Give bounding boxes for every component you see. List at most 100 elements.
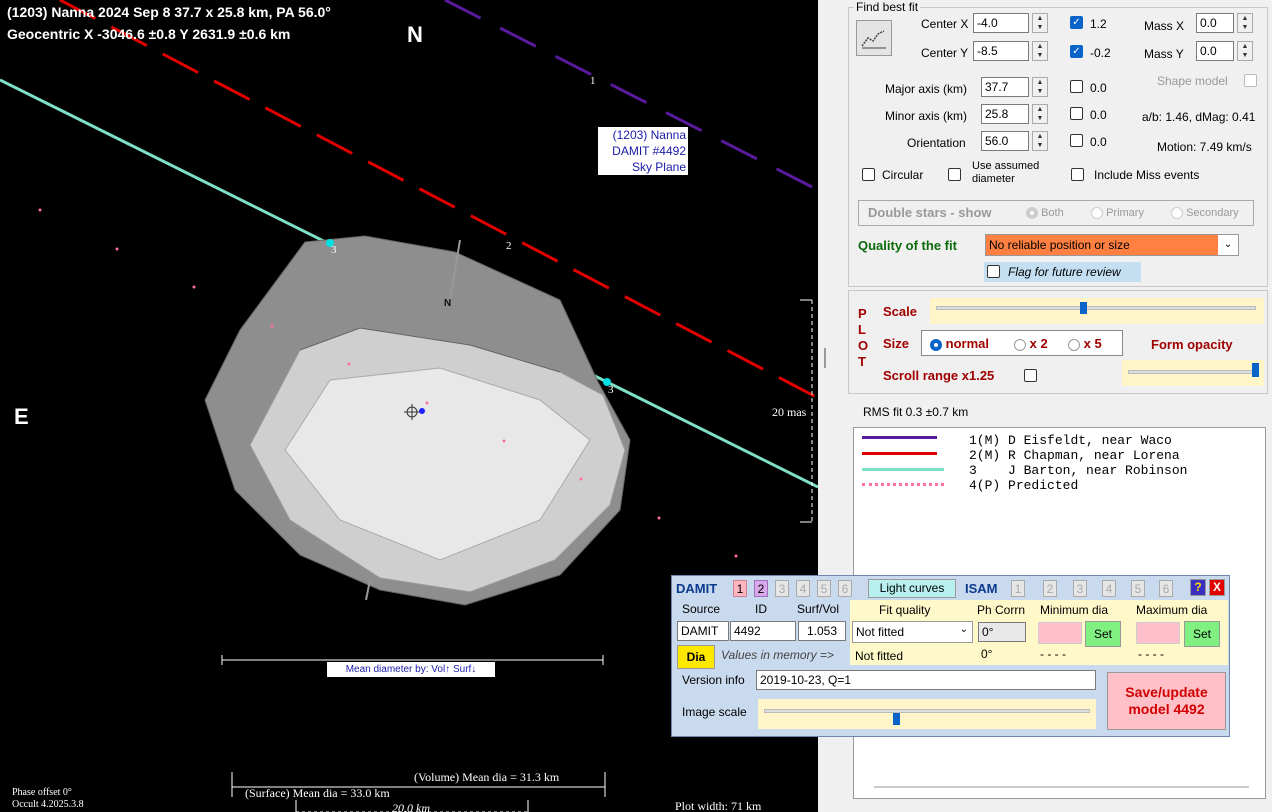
isam-tab-5[interactable]: 5 (1131, 580, 1145, 597)
orientation-input[interactable]: 56.0 (981, 131, 1029, 151)
damit-tab-1[interactable]: 1 (733, 580, 747, 597)
save-update-model-button[interactable]: Save/update model 4492 (1107, 672, 1226, 730)
radio-both[interactable]: Both (1026, 207, 1064, 220)
scale-km-label: 20.0 km (392, 801, 430, 812)
sky-label-plane: Sky Plane (631, 160, 686, 174)
include-miss-checkbox[interactable] (1071, 168, 1084, 181)
orientation-checkbox[interactable] (1070, 134, 1083, 147)
legend-line-2 (862, 452, 937, 455)
close-icon[interactable]: X (1209, 579, 1225, 596)
chord-number-1: 1 (590, 75, 596, 87)
mass-y-input[interactable]: 0.0 (1196, 41, 1234, 61)
isam-tab-6[interactable]: 6 (1159, 580, 1173, 597)
ph-corrn-value[interactable]: 0° (978, 622, 1026, 642)
center-x-input[interactable]: -4.0 (973, 13, 1029, 33)
splitter-handle[interactable] (824, 348, 826, 368)
isam-title: ISAM (965, 581, 998, 596)
legend-line-1 (862, 436, 937, 439)
asteroid-shape-model (204, 235, 631, 606)
opacity-slider-thumb[interactable] (1252, 363, 1259, 377)
dia-button[interactable]: Dia (677, 645, 715, 669)
set-min-button[interactable]: Set (1085, 621, 1121, 647)
legend-row-1: 1(M) D Eisfeldt, near Waco (969, 433, 1172, 448)
center-y-label: Center Y (921, 46, 969, 60)
light-curves-button[interactable]: Light curves (868, 579, 956, 598)
opacity-slider[interactable] (1122, 360, 1264, 386)
plot-width: Plot width: 71 km (675, 799, 762, 812)
damit-tab-3[interactable]: 3 (775, 580, 789, 597)
major-axis-spinner[interactable]: ▲ ▼ (1032, 77, 1048, 97)
fit-quality-value: Not fitted (856, 625, 905, 639)
major-axis-checkbox[interactable] (1070, 80, 1083, 93)
size-x2-radio[interactable]: x 2 (1014, 336, 1048, 351)
flag-review-checkbox[interactable] (987, 265, 1000, 278)
orientation-label: Orientation (907, 136, 966, 150)
center-y-input[interactable]: -8.5 (973, 41, 1029, 61)
size-normal-radio[interactable]: normal (930, 336, 989, 351)
minor-axis-step: 0.0 (1090, 108, 1107, 122)
isam-tab-1[interactable]: 1 (1011, 580, 1025, 597)
mass-x-input[interactable]: 0.0 (1196, 13, 1234, 33)
assumed-diameter-label: Use assumed diameter (972, 160, 1040, 185)
center-y-step: -0.2 (1090, 46, 1111, 60)
isam-tab-2[interactable]: 2 (1043, 580, 1057, 597)
plot-title: (1203) Nanna 2024 Sep 8 37.7 x 25.8 km, … (7, 4, 331, 20)
include-miss-label: Include Miss events (1094, 168, 1200, 182)
scale-slider[interactable] (930, 298, 1264, 324)
assumed-diameter-checkbox[interactable] (948, 168, 961, 181)
radio-secondary[interactable]: Secondary (1171, 207, 1239, 220)
center-y-checkbox[interactable]: ✓ (1070, 45, 1083, 58)
damit-tab-6[interactable]: 6 (838, 580, 852, 597)
image-scale-thumb[interactable] (893, 713, 900, 725)
legend-scrollbar[interactable] (874, 786, 1249, 788)
source-header: Source (682, 602, 721, 616)
center-x-spinner[interactable]: ▲ ▼ (1032, 13, 1048, 33)
minor-axis-checkbox[interactable] (1070, 107, 1083, 120)
volume-mean-dia: (Volume) Mean dia = 31.3 km (414, 770, 560, 784)
help-icon[interactable]: ? (1190, 579, 1206, 596)
mass-y-spinner[interactable]: ▲ ▼ (1237, 41, 1253, 61)
minor-axis-spinner[interactable]: ▲ ▼ (1032, 104, 1048, 124)
scroll-range-label: Scroll range x1.25 (883, 368, 995, 383)
sky-label-model: DAMIT #4492 (612, 144, 686, 158)
set-max-button[interactable]: Set (1184, 621, 1220, 647)
chord-number-2: 2 (506, 240, 512, 252)
orientation-spinner[interactable]: ▲ ▼ (1032, 131, 1048, 151)
major-axis-input[interactable]: 37.7 (981, 77, 1029, 97)
quality-dropdown[interactable]: No reliable position or size ⌄ (985, 234, 1239, 256)
shape-model-checkbox[interactable] (1244, 74, 1257, 87)
chord-number-3a: 3 (331, 244, 337, 256)
maximum-dia-input[interactable] (1136, 622, 1180, 644)
legend-row-4: 4(P) Predicted (969, 478, 1079, 493)
size-x5-radio[interactable]: x 5 (1068, 336, 1102, 351)
scale-slider-thumb[interactable] (1080, 302, 1087, 314)
damit-tab-5[interactable]: 5 (817, 580, 831, 597)
damit-tab-4[interactable]: 4 (796, 580, 810, 597)
legend-line-4 (862, 483, 944, 486)
radio-primary[interactable]: Primary (1091, 207, 1144, 220)
memory-ph-corrn: 0° (981, 647, 993, 661)
minor-axis-input[interactable]: 25.8 (981, 104, 1029, 124)
scroll-range-checkbox[interactable] (1024, 369, 1037, 382)
size-label: Size (883, 336, 910, 351)
circular-checkbox[interactable] (862, 168, 875, 181)
isam-tab-4[interactable]: 4 (1102, 580, 1116, 597)
flag-review-label: Flag for future review (1008, 265, 1121, 279)
damit-tab-2[interactable]: 2 (754, 580, 768, 597)
mass-x-spinner[interactable]: ▲ ▼ (1237, 13, 1253, 33)
version-info-value[interactable]: 2019-10-23, Q=1 (756, 670, 1096, 690)
isam-tab-3[interactable]: 3 (1073, 580, 1087, 597)
image-scale-slider[interactable] (758, 699, 1096, 729)
fit-button[interactable] (856, 20, 892, 56)
phase-offset: Phase offset 0° (12, 787, 72, 798)
scale-label: Scale (883, 304, 917, 319)
scale-label: 20 mas (772, 405, 807, 419)
center-x-checkbox[interactable]: ✓ (1070, 16, 1083, 29)
center-y-spinner[interactable]: ▲ ▼ (1032, 41, 1048, 61)
mass-y-label: Mass Y (1144, 47, 1184, 61)
fit-quality-dropdown[interactable]: Not fitted ⌄ (852, 621, 973, 643)
minimum-dia-header: Minimum dia (1040, 603, 1109, 617)
damit-panel: DAMIT 1 2 3 4 5 6 Light curves ISAM 1 2 … (671, 575, 1230, 737)
quality-label: Quality of the fit (858, 238, 957, 253)
minimum-dia-input[interactable] (1038, 622, 1082, 644)
